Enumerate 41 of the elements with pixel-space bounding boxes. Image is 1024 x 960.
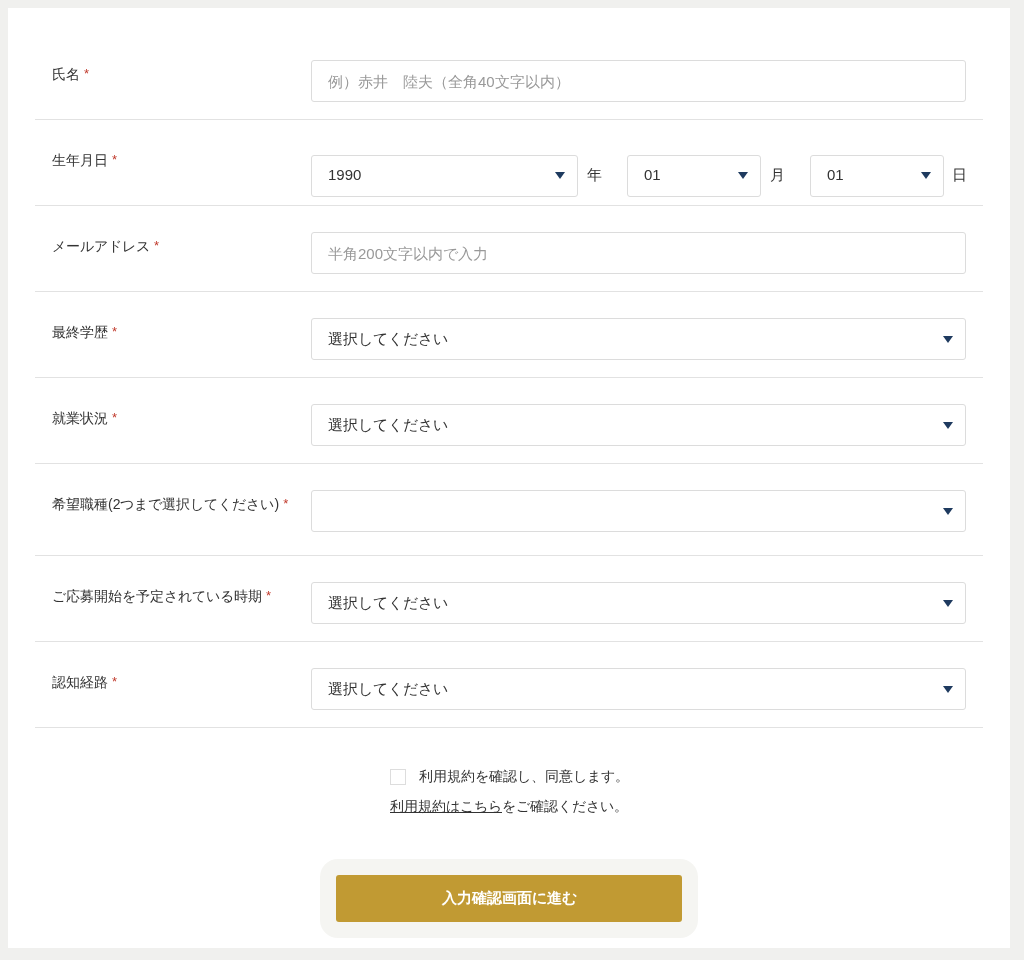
field-label: メールアドレス: [52, 237, 150, 256]
field-label: ご応募開始を予定されている時期: [52, 587, 262, 606]
caret-down-icon: [555, 172, 565, 179]
caret-down-icon: [943, 599, 953, 607]
field-label: 就業状況: [52, 409, 108, 428]
field-label: 生年月日: [52, 151, 108, 170]
caret-down-icon: [921, 172, 931, 179]
terms-link[interactable]: 利用規約はこちら: [390, 798, 502, 814]
select-field[interactable]: 選択してください: [311, 318, 966, 360]
terms-note: 利用規約はこちら をご確認ください。: [390, 797, 628, 816]
select-field[interactable]: 01: [810, 154, 944, 197]
agreement-label: 利用規約を確認し、同意します。: [418, 767, 629, 786]
field-label: 希望職種(2つまで選択してください): [52, 495, 280, 514]
field-label: 認知経路: [52, 673, 108, 692]
select-field[interactable]: 1990: [311, 154, 578, 197]
caret-down-icon: [943, 685, 953, 693]
required-mark: *: [266, 587, 272, 605]
required-mark: *: [154, 237, 160, 255]
field-label: 最終学歴: [52, 323, 108, 342]
required-mark: *: [112, 673, 118, 691]
select-field[interactable]: 選択してください: [311, 582, 966, 624]
select-field[interactable]: 選択してください: [311, 404, 966, 446]
field-label: 氏名: [52, 65, 80, 84]
required-mark: *: [112, 323, 118, 341]
required-mark: *: [112, 151, 118, 169]
caret-down-icon: [943, 507, 953, 515]
unit-label: 日: [952, 165, 967, 186]
select-field[interactable]: [311, 490, 966, 532]
input-field[interactable]: 例）赤井 陸夫（全角40文字以内）: [311, 60, 966, 102]
required-mark: *: [112, 409, 118, 427]
select-field[interactable]: 01: [627, 154, 761, 197]
input-field[interactable]: 半角200文字以内で入力: [311, 232, 966, 274]
required-mark: *: [84, 65, 90, 83]
required-mark: *: [283, 495, 289, 513]
unit-label: 年: [587, 165, 602, 186]
caret-down-icon: [738, 172, 748, 179]
select-field[interactable]: 選択してください: [311, 668, 966, 710]
unit-label: 月: [770, 165, 785, 186]
caret-down-icon: [943, 335, 953, 343]
caret-down-icon: [943, 421, 953, 429]
checkbox[interactable]: [389, 768, 406, 785]
